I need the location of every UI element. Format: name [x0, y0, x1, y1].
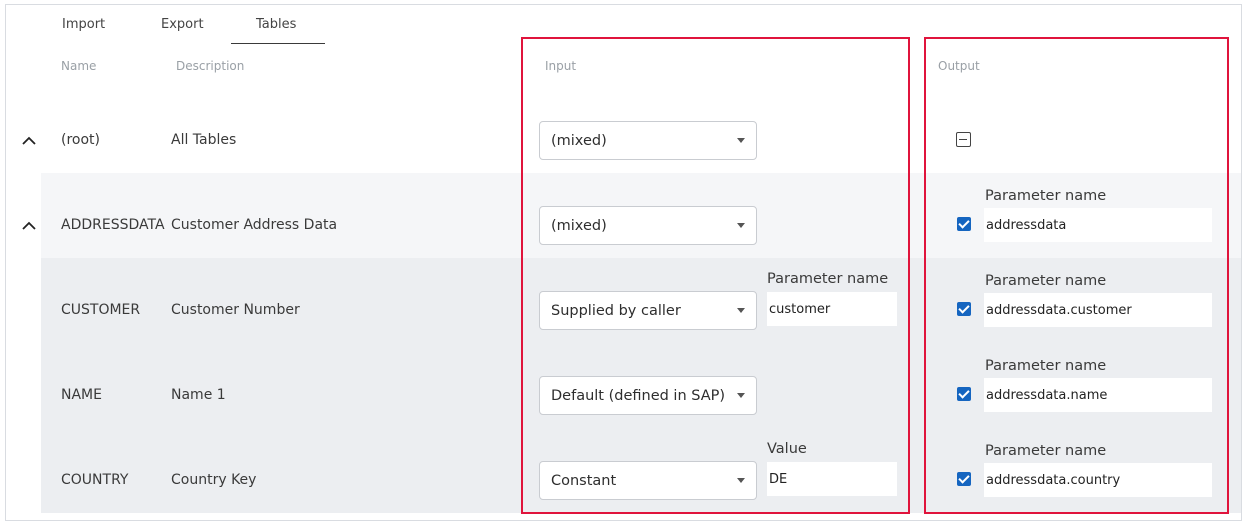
input-value-input[interactable] — [767, 462, 897, 496]
column-header-input: Input — [545, 59, 577, 73]
row-description: Name 1 — [171, 387, 226, 403]
input-mode-select[interactable]: Supplied by caller — [539, 291, 757, 330]
input-mode-select[interactable]: Default (defined in SAP) — [539, 376, 757, 415]
column-header-name: Name — [61, 59, 97, 73]
column-header-output: Output — [938, 59, 980, 73]
select-value: (mixed) — [551, 218, 607, 234]
row-description: Customer Number — [171, 302, 300, 318]
output-parameter-label: Parameter name — [985, 443, 1107, 459]
checkbox-checked-icon[interactable] — [957, 472, 971, 486]
row-name: (root) — [61, 132, 100, 148]
output-parameter-input[interactable] — [984, 208, 1212, 242]
column-header-description: Description — [176, 59, 245, 73]
row-description: Customer Address Data — [171, 217, 338, 233]
input-mode-select[interactable]: (mixed) — [539, 121, 757, 160]
active-tab-indicator — [231, 43, 325, 44]
row-description: All Tables — [171, 132, 237, 148]
row-name: CUSTOMER — [61, 302, 141, 318]
row-name: NAME — [61, 387, 102, 403]
chevron-up-icon[interactable] — [20, 219, 38, 233]
output-parameter-label: Parameter name — [985, 273, 1107, 289]
row-description: Country Key — [171, 472, 257, 488]
checkbox-checked-icon[interactable] — [957, 217, 971, 231]
row-name: ADDRESSDATA — [61, 217, 165, 233]
output-parameter-label: Parameter name — [985, 188, 1107, 204]
output-parameter-input[interactable] — [984, 463, 1212, 497]
input-parameter-label: Parameter name — [767, 271, 889, 287]
input-mode-select[interactable]: (mixed) — [539, 206, 757, 245]
output-parameter-input[interactable] — [984, 293, 1212, 327]
row-name: COUNTRY — [61, 472, 129, 488]
input-parameter-input[interactable] — [767, 292, 897, 326]
select-value: (mixed) — [551, 133, 607, 149]
checkbox-checked-icon[interactable] — [957, 387, 971, 401]
tab-export[interactable]: Export — [161, 17, 204, 32]
caret-down-icon — [737, 308, 745, 313]
tab-import[interactable]: Import — [62, 17, 105, 32]
input-mode-select[interactable]: Constant — [539, 461, 757, 500]
tab-tables[interactable]: Tables — [256, 17, 296, 32]
caret-down-icon — [737, 223, 745, 228]
caret-down-icon — [737, 138, 745, 143]
tables-panel: Import Export Tables Name Description In… — [5, 4, 1242, 521]
checkbox-indeterminate-icon[interactable] — [956, 132, 971, 147]
input-value-label: Value — [767, 441, 807, 457]
select-value: Default (defined in SAP) — [551, 388, 726, 404]
select-value: Constant — [551, 473, 617, 489]
output-parameter-label: Parameter name — [985, 358, 1107, 374]
checkbox-checked-icon[interactable] — [957, 302, 971, 316]
caret-down-icon — [737, 393, 745, 398]
select-value: Supplied by caller — [551, 303, 681, 319]
chevron-up-icon[interactable] — [20, 134, 38, 148]
output-parameter-input[interactable] — [984, 378, 1212, 412]
caret-down-icon — [737, 478, 745, 483]
